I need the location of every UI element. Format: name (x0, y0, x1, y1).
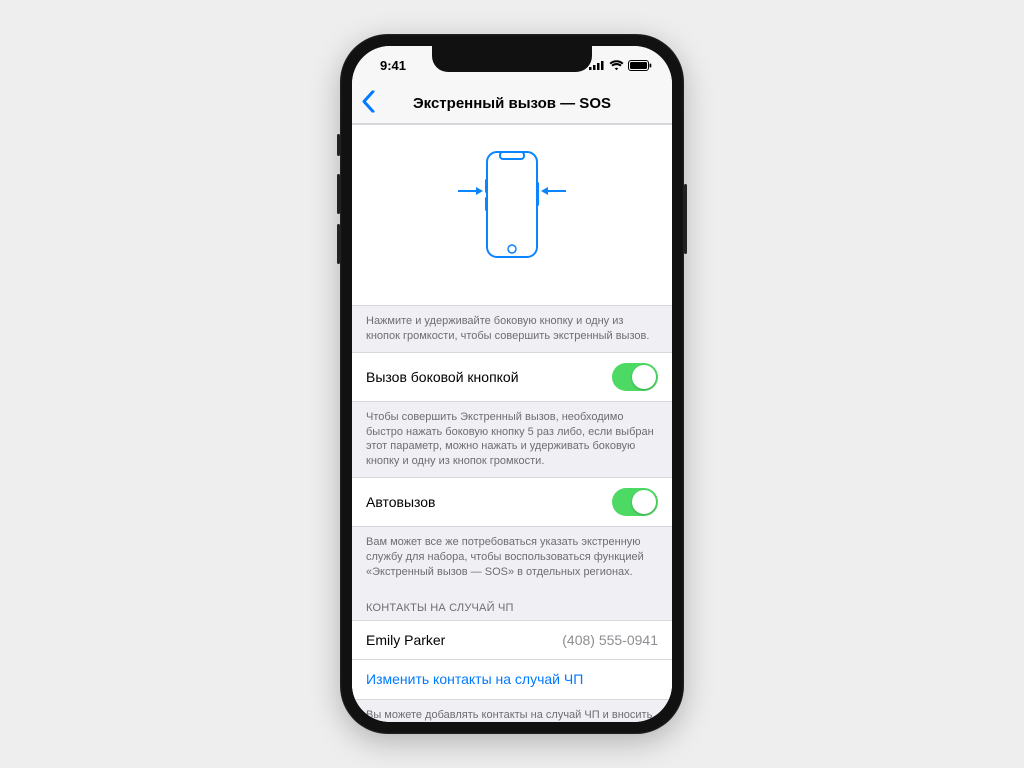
content-scroll[interactable]: Нажмите и удерживайте боковую кнопку и о… (352, 124, 672, 722)
emergency-contact-row[interactable]: Emily Parker (408) 555-0941 (352, 620, 672, 660)
auto-call-label: Автовызов (366, 494, 436, 510)
emergency-contacts-header: КОНТАКТЫ НА СЛУЧАЙ ЧП (352, 588, 672, 620)
emergency-contacts-footer: Вы можете добавлять контакты на случай Ч… (352, 700, 672, 722)
notch (432, 46, 592, 72)
back-button[interactable] (362, 90, 375, 117)
phone-frame: 9:41 (340, 34, 684, 734)
side-button-call-footer: Чтобы совершить Экстренный вызов, необхо… (352, 402, 672, 477)
auto-call-toggle[interactable] (612, 488, 658, 516)
status-time: 9:41 (380, 58, 406, 73)
contact-phone: (408) 555-0941 (562, 632, 658, 648)
hero-footer-text: Нажмите и удерживайте боковую кнопку и о… (352, 306, 672, 352)
silence-switch (337, 134, 340, 156)
edit-emergency-contacts-label: Изменить контакты на случай ЧП (366, 671, 583, 687)
cellular-icon (589, 60, 605, 70)
side-button-call-label: Вызов боковой кнопкой (366, 369, 519, 385)
auto-call-footer: Вам может все же потребоваться указать э… (352, 527, 672, 588)
side-button-call-cell[interactable]: Вызов боковой кнопкой (352, 352, 672, 402)
wifi-icon (609, 60, 624, 71)
status-indicators (589, 60, 652, 71)
side-button-call-toggle[interactable] (612, 363, 658, 391)
power-button (684, 184, 687, 254)
edit-emergency-contacts-cell[interactable]: Изменить контакты на случай ЧП (352, 660, 672, 700)
volume-down-button (337, 224, 340, 264)
auto-call-cell[interactable]: Автовызов (352, 477, 672, 527)
press-buttons-icon (452, 147, 572, 287)
page-title: Экстренный вызов — SOS (352, 95, 672, 112)
hero-illustration (352, 124, 672, 306)
navigation-bar: Экстренный вызов — SOS (352, 84, 672, 124)
volume-up-button (337, 174, 340, 214)
battery-icon (628, 60, 652, 71)
screen: 9:41 (352, 46, 672, 722)
contact-name: Emily Parker (366, 632, 445, 648)
